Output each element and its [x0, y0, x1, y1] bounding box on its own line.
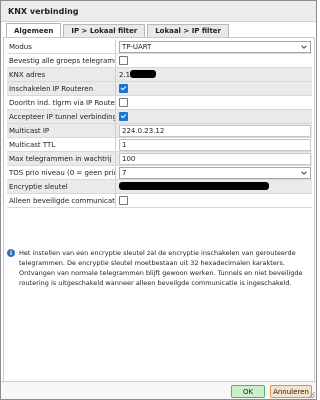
row-tos-prio: TOS prio niveau (0 = geen prio) 7 [7, 166, 312, 180]
bevestig-checkbox[interactable] [119, 56, 128, 65]
doorlttn-cell [115, 96, 312, 109]
multicast-ip-label: Multicast IP [9, 126, 50, 135]
row-multicast-ip: Multicast IP 224.0.23.12 [7, 124, 312, 138]
max-telegrammen-input[interactable]: 100 [119, 152, 311, 165]
row-max-telegrammen: Max telegrammen in wachtrij 100 [7, 152, 312, 166]
tab-panel-algemeen: Modus TP-UART Bevestig alle groeps teleg… [3, 37, 315, 383]
max-telegrammen-cell: 100 [115, 152, 312, 165]
doorlttn-label: Doorltn ind. tlgrm via IP Routering [9, 98, 115, 107]
redaction-encryptie-sleutel [119, 182, 269, 190]
alleen-beveiligde-checkbox[interactable] [119, 196, 128, 205]
redaction-knx-adres [130, 70, 156, 78]
row-multicast-ttl: Multicast TTL 1 [7, 138, 312, 152]
knx-adres-cell: 2.1. [115, 68, 312, 81]
knx-connection-dialog: KNX verbinding Algemeen IP > Lokaal filt… [0, 0, 317, 400]
tab-bar: Algemeen IP > Lokaal filter Lokaal > IP … [6, 23, 231, 37]
inschakelen-ip-routeren-checkbox[interactable] [119, 84, 128, 93]
multicast-ttl-cell: 1 [115, 138, 312, 151]
accepteer-ip-tunnel-label: Accepteer IP tunnel verbindingen [9, 112, 115, 121]
row-modus: Modus TP-UART [7, 40, 312, 54]
chevron-down-icon [301, 170, 307, 175]
tos-prio-value: 7 [122, 168, 127, 177]
doorlttn-checkbox[interactable] [119, 98, 128, 107]
multicast-ip-input[interactable]: 224.0.23.12 [119, 124, 311, 137]
row-inschakelen-ip-routeren: Inschakelen IP Routeren [7, 82, 312, 96]
tos-prio-select[interactable]: 7 [119, 166, 311, 179]
settings-form: Modus TP-UART Bevestig alle groeps teleg… [7, 40, 312, 208]
tos-prio-cell: 7 [115, 166, 312, 179]
accepteer-ip-tunnel-checkbox[interactable] [119, 112, 128, 121]
modus-select[interactable]: TP-UART [119, 40, 311, 53]
multicast-ip-cell: 224.0.23.12 [115, 124, 312, 137]
modus-label: Modus [9, 42, 32, 51]
modus-value: TP-UART [122, 42, 152, 51]
multicast-ttl-label: Multicast TTL [9, 140, 56, 149]
modus-cell: TP-UART [115, 40, 312, 53]
inschakelen-ip-routeren-cell [115, 82, 312, 95]
tab-algemeen[interactable]: Algemeen [6, 23, 62, 37]
row-encryptie-sleutel: Encryptie sleutel [7, 180, 312, 194]
encryptie-sleutel-cell [115, 180, 312, 193]
row-accepteer-ip-tunnel: Accepteer IP tunnel verbindingen [7, 110, 312, 124]
bevestig-label: Bevestig alle groeps telegrammen [9, 56, 115, 65]
title-bar[interactable]: KNX verbinding [1, 1, 316, 22]
cancel-button[interactable]: Annuleren [270, 385, 312, 398]
row-bevestig: Bevestig alle groeps telegrammen [7, 54, 312, 68]
info-note: i Het instellen van een encryptie sleute… [7, 248, 307, 288]
tab-lokaal-ip-filter[interactable]: Lokaal > IP filter [147, 24, 230, 37]
info-text: Het instellen van een encryptie sleutel … [19, 249, 303, 287]
inschakelen-ip-routeren-label: Inschakelen IP Routeren [9, 84, 94, 93]
resize-grip-icon[interactable] [309, 392, 315, 398]
tab-ip-lokaal-filter[interactable]: IP > Lokaal filter [63, 24, 146, 37]
window-title: KNX verbinding [8, 6, 79, 16]
tos-prio-label: TOS prio niveau (0 = geen prio) [9, 168, 115, 177]
row-doorlttn: Doorltn ind. tlgrm via IP Routering [7, 96, 312, 110]
multicast-ttl-input[interactable]: 1 [119, 138, 311, 151]
alleen-beveiligde-label: Alleen beveiligde communicatie [9, 196, 115, 205]
info-icon: i [7, 249, 15, 257]
encryptie-sleutel-label: Encryptie sleutel [9, 182, 68, 191]
accepteer-ip-tunnel-cell [115, 110, 312, 123]
max-telegrammen-label: Max telegrammen in wachtrij [9, 154, 112, 163]
ok-button[interactable]: OK [231, 385, 265, 398]
dialog-footer: OK Annuleren [1, 381, 316, 399]
chevron-down-icon [301, 44, 307, 49]
alleen-beveiligde-cell [115, 194, 312, 207]
bevestig-cell [115, 54, 312, 67]
row-alleen-beveiligde: Alleen beveiligde communicatie [7, 194, 312, 208]
knx-adres-label: KNX adres [9, 70, 46, 79]
row-knx-adres: KNX adres 2.1. [7, 68, 312, 82]
